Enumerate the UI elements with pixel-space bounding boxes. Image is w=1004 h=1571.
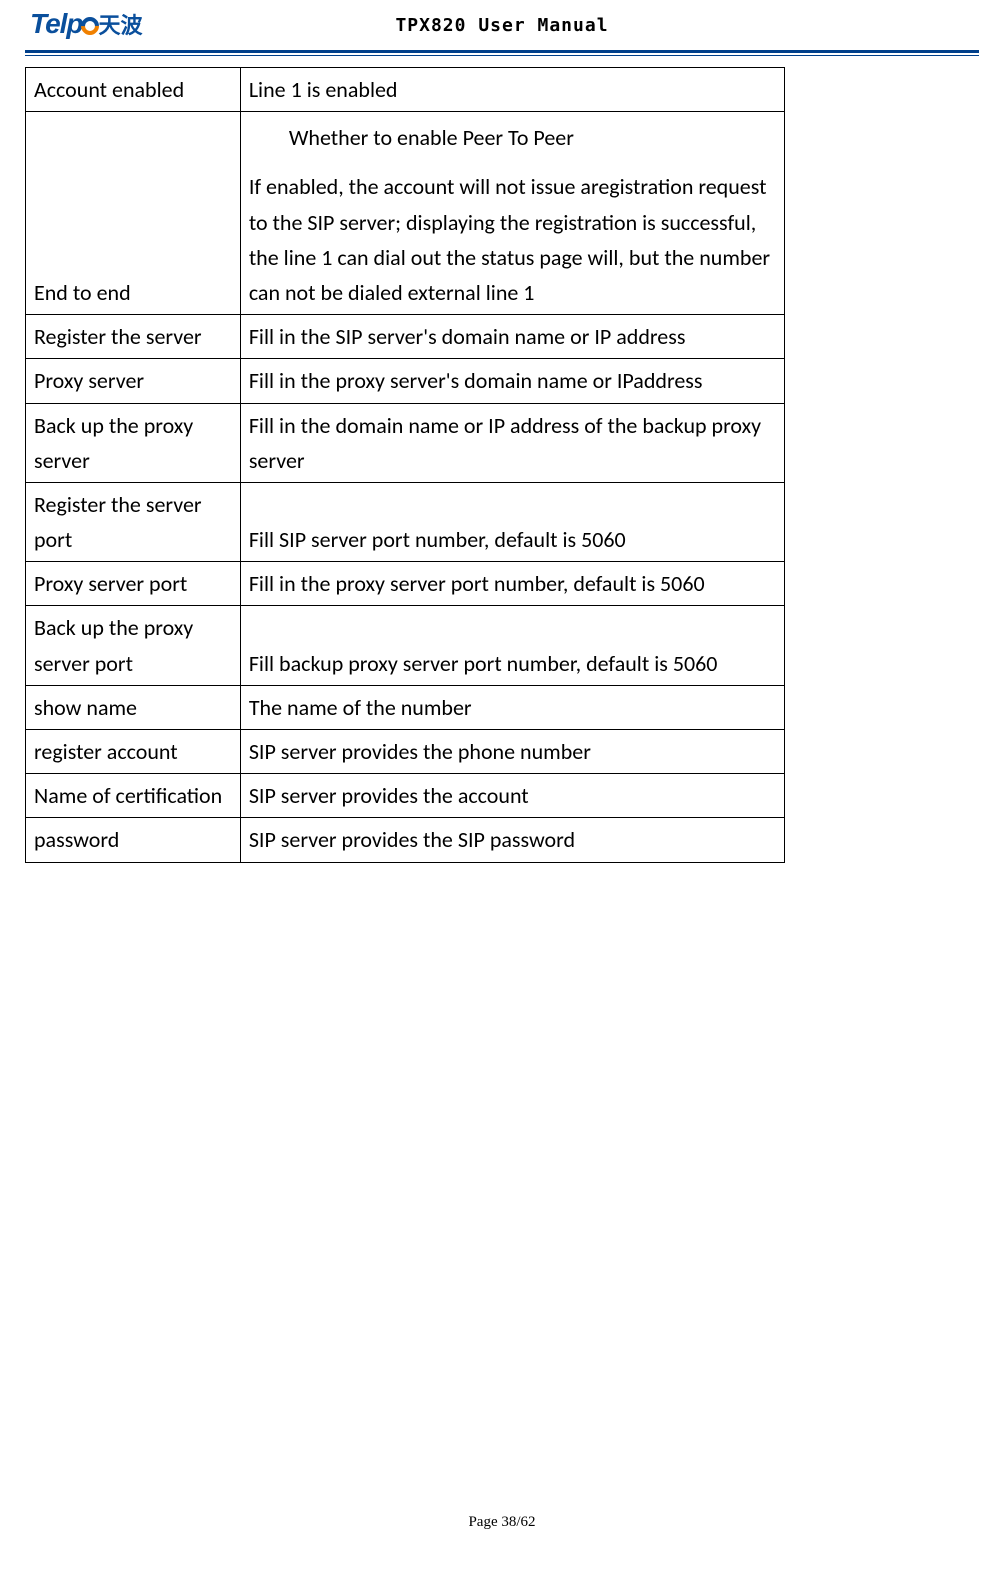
setting-description: Fill in the SIP server's domain name or …	[240, 315, 784, 359]
table-row: Back up the proxy server Fill in the dom…	[26, 403, 785, 482]
settings-table: Account enabled Line 1 is enabled End to…	[25, 67, 785, 863]
setting-description: SIP server provides the SIP password	[240, 818, 784, 862]
table-row: Account enabled Line 1 is enabled	[26, 68, 785, 112]
setting-description: SIP server provides the account	[240, 774, 784, 818]
setting-description: Fill in the proxy server port number, de…	[240, 562, 784, 606]
content-area: Account enabled Line 1 is enabled End to…	[0, 55, 1004, 863]
setting-description: Fill backup proxy server port number, de…	[240, 606, 784, 685]
setting-label: Register the server	[26, 315, 241, 359]
document-title: TPX820 User Manual	[395, 15, 608, 36]
table-row: Register the server Fill in the SIP serv…	[26, 315, 785, 359]
setting-label: show name	[26, 685, 241, 729]
setting-description: Line 1 is enabled	[240, 68, 784, 112]
table-row: show name The name of the number	[26, 685, 785, 729]
table-row: Proxy server port Fill in the proxy serv…	[26, 562, 785, 606]
setting-label: Back up the proxy server	[26, 403, 241, 482]
setting-description: Fill in the proxy server's domain name o…	[240, 359, 784, 403]
table-row: Back up the proxy server port Fill backu…	[26, 606, 785, 685]
logo-text-english: Telp	[30, 8, 97, 40]
table-row: End to end Whether to enable Peer To Pee…	[26, 112, 785, 315]
setting-label: Register the server port	[26, 482, 241, 561]
setting-description: SIP server provides the phone number	[240, 730, 784, 774]
header-divider	[25, 50, 979, 56]
logo: Telp 天波	[30, 8, 143, 40]
table-row: Name of certification SIP server provide…	[26, 774, 785, 818]
table-row: Proxy server Fill in the proxy server's …	[26, 359, 785, 403]
setting-description: Fill in the domain name or IP address of…	[240, 403, 784, 482]
setting-label: Proxy server	[26, 359, 241, 403]
setting-label: Proxy server port	[26, 562, 241, 606]
table-row: Register the server port Fill SIP server…	[26, 482, 785, 561]
peer-to-peer-heading: Whether to enable Peer To Peer	[249, 116, 776, 169]
logo-text-chinese: 天波	[99, 8, 143, 40]
table-row: register account SIP server provides the…	[26, 730, 785, 774]
setting-description: Fill SIP server port number, default is …	[240, 482, 784, 561]
setting-label: End to end	[26, 112, 241, 315]
document-header: Telp 天波 TPX820 User Manual	[0, 0, 1004, 55]
setting-label: Back up the proxy server port	[26, 606, 241, 685]
setting-description: Whether to enable Peer To Peer If enable…	[240, 112, 784, 315]
setting-description: The name of the number	[240, 685, 784, 729]
table-row: password SIP server provides the SIP pas…	[26, 818, 785, 862]
setting-label: Name of certification	[26, 774, 241, 818]
setting-label: register account	[26, 730, 241, 774]
page-number: Page 38/62	[0, 1514, 1004, 1531]
peer-to-peer-body: If enabled, the account will not issue a…	[249, 169, 776, 310]
setting-label: Account enabled	[26, 68, 241, 112]
setting-label: password	[26, 818, 241, 862]
